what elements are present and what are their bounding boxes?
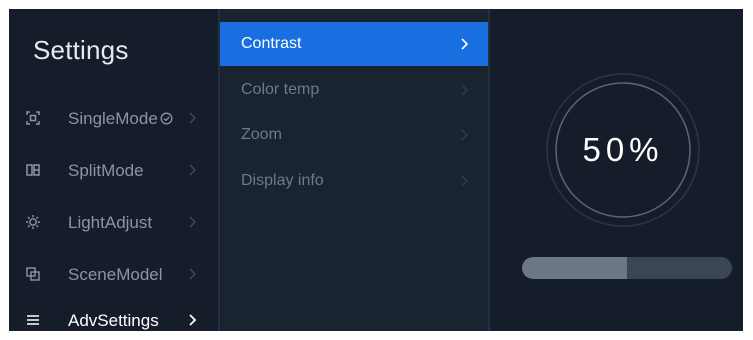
submenu-item-label: Color temp [241,81,320,98]
light-adjust-icon [25,214,41,230]
slider-fill [522,257,627,279]
page-title: Settings [33,35,129,65]
scene-model-icon [25,266,41,282]
chevron-right-icon [187,266,197,282]
sidebar-item-label: LightAdjust [68,213,153,232]
sidebar-item-singlemode[interactable]: SingleMode [9,98,218,138]
sidebar-item-label: SceneModel [68,265,163,284]
chevron-right-icon [459,37,469,51]
value-readout: 50% [582,131,664,168]
submenu-item-contrast[interactable]: Contrast [220,22,488,66]
single-mode-icon [25,110,41,126]
sidebar-item-advsettings[interactable]: AdvSettings [9,300,218,331]
submenu: Contrast Color temp Zoom Display info [220,9,488,331]
submenu-item-label: Zoom [241,126,282,143]
chevron-right-icon [459,128,469,142]
sidebar-item-splitmode[interactable]: SplitMode [9,150,218,190]
settings-screen: Settings SingleMode SplitMode LightAdjus… [9,9,743,331]
submenu-item-display-info[interactable]: Display info [220,159,488,203]
submenu-item-label: Contrast [241,35,302,52]
sidebar-item-scenemodel[interactable]: SceneModel [9,254,218,294]
sidebar-item-label: AdvSettings [68,311,159,330]
check-circle-icon [160,110,173,130]
split-mode-icon [25,162,41,178]
sidebar-item-label: SplitMode [68,161,144,180]
submenu-item-label: Display info [241,172,324,189]
submenu-item-zoom[interactable]: Zoom [220,113,488,157]
sidebar-item-lightadjust[interactable]: LightAdjust [9,202,218,242]
chevron-right-icon [459,174,469,188]
chevron-right-icon [187,312,197,328]
menu-icon [25,312,41,328]
contrast-slider[interactable] [522,257,732,279]
chevron-right-icon [187,162,197,178]
chevron-right-icon [459,83,469,97]
value-panel: 50% [490,9,743,331]
sidebar-item-label: SingleMode [68,109,158,128]
main-menu: Settings SingleMode SplitMode LightAdjus… [9,9,218,331]
chevron-right-icon [187,214,197,230]
chevron-right-icon [187,110,197,126]
submenu-item-color-temp[interactable]: Color temp [220,68,488,112]
